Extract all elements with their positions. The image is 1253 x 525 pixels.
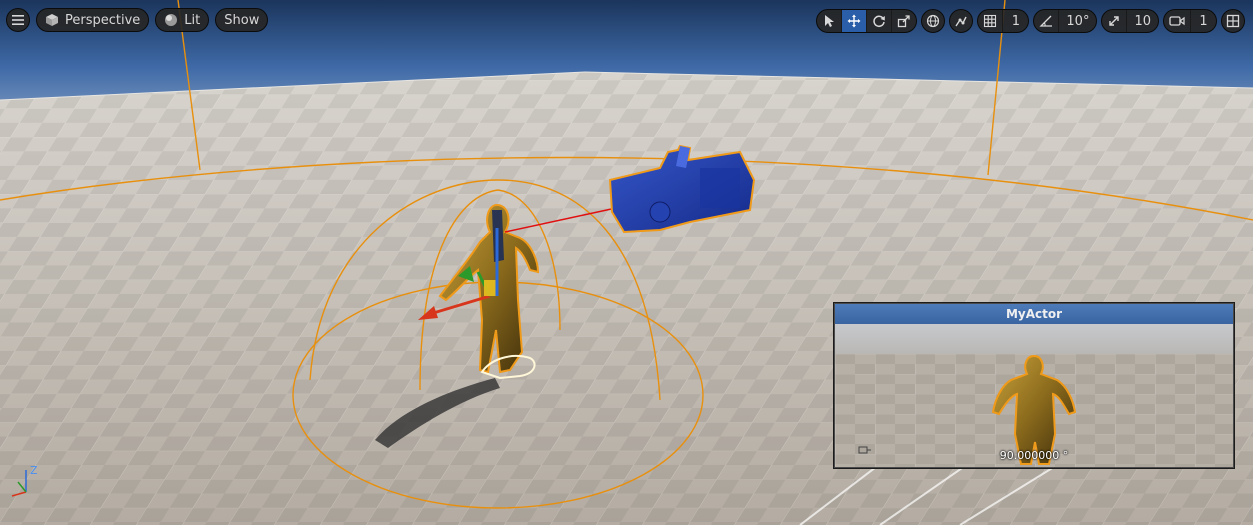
rotation-snap-toggle[interactable] xyxy=(1034,10,1058,32)
grid-snap-value[interactable]: 1 xyxy=(1002,10,1028,32)
angle-icon xyxy=(1039,15,1053,27)
perspective-label: Perspective xyxy=(65,12,141,28)
lit-button[interactable]: Lit xyxy=(155,8,210,32)
rotate-icon xyxy=(873,15,886,28)
camera-icon xyxy=(1169,16,1185,26)
axis-z-label: Z xyxy=(30,464,38,477)
viewport-toolbar-right: 1 10° 10 1 xyxy=(816,9,1245,33)
move-tool-button[interactable] xyxy=(841,10,867,32)
camera-preview-title: MyActor xyxy=(835,304,1233,324)
grid-snap-toggle[interactable] xyxy=(978,10,1002,32)
rotate-tool-button[interactable] xyxy=(866,10,891,32)
camera-preview-readout: 90.000000 ° xyxy=(999,449,1069,462)
select-tool-button[interactable] xyxy=(817,10,841,32)
select-arrow-icon xyxy=(825,15,835,27)
viewport-toolbar-left: Perspective Lit Show xyxy=(6,8,269,32)
camera-preview-window[interactable]: MyActor 90.000000 ° xyxy=(834,303,1234,468)
perspective-button[interactable]: Perspective xyxy=(36,8,150,32)
hamburger-icon xyxy=(12,15,24,25)
grid-icon xyxy=(984,14,997,28)
show-label: Show xyxy=(224,12,260,28)
camera-speed-group[interactable]: 1 xyxy=(1163,9,1217,33)
show-button[interactable]: Show xyxy=(215,8,269,32)
scale-tool-button[interactable] xyxy=(891,10,916,32)
surface-snap-button[interactable] xyxy=(949,9,974,33)
lit-label: Lit xyxy=(184,12,201,28)
surface-snap-icon xyxy=(955,16,968,27)
viewport-layout-button[interactable] xyxy=(1221,9,1245,33)
scale-icon xyxy=(898,15,911,28)
scale-snap-group: 10 xyxy=(1101,9,1159,33)
scale-snap-value[interactable]: 10 xyxy=(1126,10,1158,32)
cube-icon xyxy=(46,14,58,26)
viewport-layout-icon xyxy=(1226,14,1240,28)
globe-icon xyxy=(927,14,940,28)
camera-preview-render xyxy=(835,324,1233,467)
scale-snap-toggle[interactable] xyxy=(1102,10,1126,32)
transform-tools-group xyxy=(816,9,918,33)
move-icon xyxy=(847,14,861,28)
viewport-menu-button[interactable] xyxy=(6,8,30,32)
rotation-snap-value[interactable]: 10° xyxy=(1058,10,1096,32)
level-viewport[interactable]: Z Perspective Lit Show 1 10° 10 1 MyActo… xyxy=(0,0,1253,525)
grid-snap-group: 1 xyxy=(977,9,1030,33)
rotation-snap-group: 10° xyxy=(1033,9,1098,33)
camera-speed-value[interactable]: 1 xyxy=(1190,10,1216,32)
scale-snap-icon xyxy=(1109,16,1120,26)
coordinate-space-button[interactable] xyxy=(921,9,946,33)
sphere-icon xyxy=(165,14,178,26)
camera-speed-toggle[interactable] xyxy=(1164,10,1190,32)
